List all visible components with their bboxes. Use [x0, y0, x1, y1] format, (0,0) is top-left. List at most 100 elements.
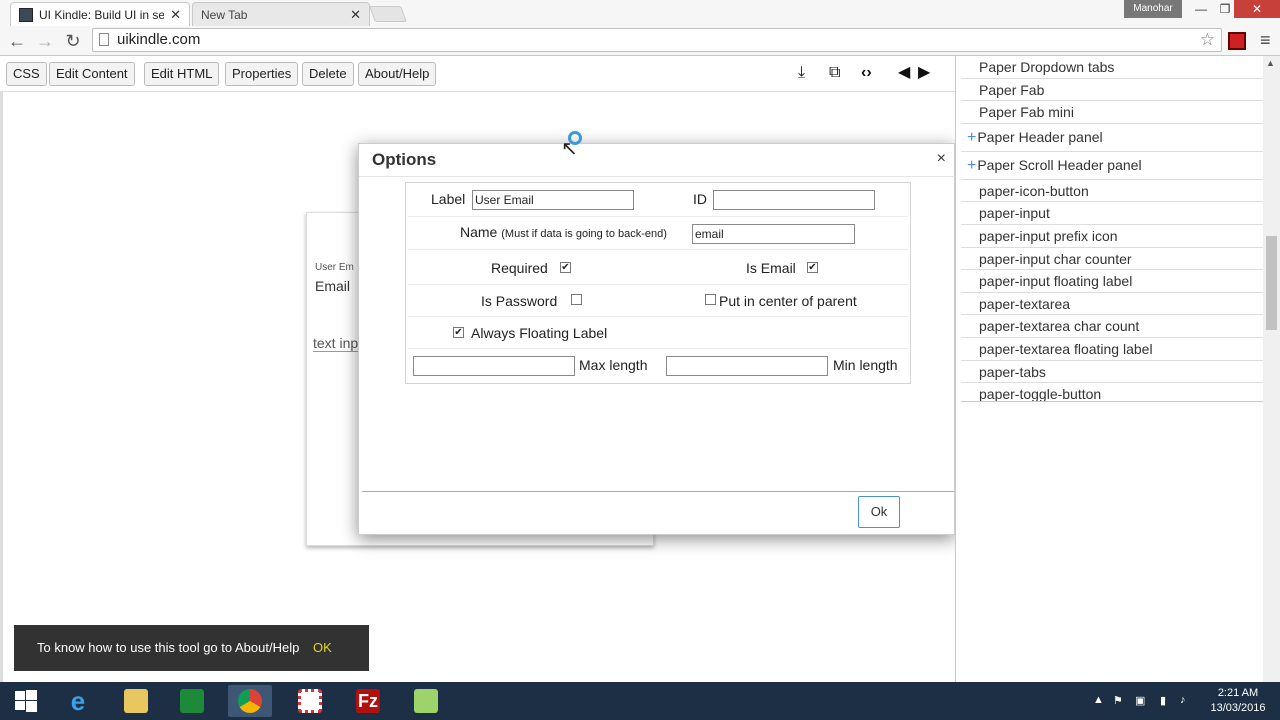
- properties-button[interactable]: Properties: [225, 62, 299, 86]
- list-item[interactable]: Paper Dropdown tabs: [961, 56, 1263, 79]
- is-email-label: Is Email: [746, 260, 796, 276]
- browser-tab-strip: UI Kindle: Build UI in secon ✕ New Tab ✕…: [0, 0, 1280, 26]
- tray-device-icon[interactable]: ▣: [1135, 694, 1145, 707]
- is-password-label: Is Password: [481, 293, 558, 309]
- list-item[interactable]: paper-tabs: [961, 361, 1263, 384]
- components-list: Paper Dropdown tabs Paper Fab Paper Fab …: [961, 56, 1263, 402]
- close-icon[interactable]: ×: [937, 150, 946, 168]
- card-email-text[interactable]: Email: [315, 278, 350, 294]
- divider: [362, 491, 954, 492]
- card-text-input[interactable]: text inp: [313, 335, 358, 352]
- browser-toolbar: ← → ↻ uikindle.com ☆: [0, 26, 1280, 56]
- tray-network-icon[interactable]: ▮: [1160, 694, 1166, 707]
- notepad-icon[interactable]: [404, 685, 448, 717]
- floating-label-checkbox[interactable]: ✔: [453, 327, 464, 338]
- download-icon[interactable]: ⤓: [798, 64, 805, 82]
- list-item-label: paper-toggle-button: [979, 386, 1102, 402]
- chrome-icon[interactable]: [228, 685, 272, 717]
- tab-title: New Tab: [201, 7, 248, 22]
- list-item[interactable]: paper-textarea char count: [961, 315, 1263, 338]
- bookmark-star-icon[interactable]: ☆: [1200, 29, 1215, 51]
- toast-message: To know how to use this tool go to About…: [37, 640, 300, 655]
- label-input[interactable]: [472, 190, 634, 210]
- arrow-right-icon[interactable]: ▶: [918, 64, 930, 82]
- list-item-label: Paper Scroll Header panel: [977, 156, 1142, 173]
- back-icon[interactable]: ←: [6, 30, 28, 52]
- divider: [408, 284, 908, 285]
- list-item[interactable]: paper-toggle-button: [961, 383, 1263, 402]
- id-input[interactable]: [713, 190, 875, 210]
- tab-close-icon[interactable]: ✕: [350, 5, 361, 25]
- list-item[interactable]: paper-input prefix icon: [961, 225, 1263, 248]
- reload-icon[interactable]: ↻: [62, 30, 84, 52]
- required-checkbox[interactable]: ✔: [560, 262, 571, 273]
- internet-explorer-icon[interactable]: e: [56, 685, 100, 717]
- list-item-label: paper-input floating label: [979, 273, 1133, 290]
- tray-volume-icon[interactable]: ♪: [1180, 694, 1186, 706]
- scrollbar-thumb[interactable]: [1266, 236, 1277, 330]
- arrow-left-icon[interactable]: ◀: [898, 64, 910, 82]
- tray-up-arrow-icon[interactable]: ▲: [1093, 694, 1104, 706]
- edit-content-button[interactable]: Edit Content: [49, 62, 135, 86]
- chrome-menu-icon[interactable]: ≡: [1260, 30, 1276, 50]
- list-item[interactable]: paper-input char counter: [961, 248, 1263, 271]
- name-input[interactable]: [692, 224, 855, 244]
- name-label-text: Name: [460, 224, 498, 240]
- is-email-checkbox[interactable]: ✔: [807, 262, 818, 273]
- center-parent-checkbox[interactable]: [705, 294, 716, 305]
- scrollbar[interactable]: [1263, 56, 1280, 682]
- start-icon[interactable]: [4, 685, 48, 717]
- apps-icon[interactable]: [288, 685, 332, 717]
- expand-plus-icon[interactable]: +: [967, 129, 976, 146]
- tab-uikindle[interactable]: UI Kindle: Build UI in secon ✕: [10, 2, 190, 26]
- new-tab-button[interactable]: [369, 6, 407, 22]
- list-item[interactable]: paper-input floating label: [961, 270, 1263, 293]
- tab-close-icon[interactable]: ✕: [170, 5, 181, 25]
- is-password-checkbox[interactable]: [571, 294, 582, 305]
- list-item[interactable]: +Paper Scroll Header panel: [961, 152, 1263, 180]
- file-explorer-icon[interactable]: [114, 685, 158, 717]
- about-help-button[interactable]: About/Help: [358, 62, 437, 86]
- taskbar-clock[interactable]: 2:21 AM 13/03/2016: [1206, 686, 1270, 716]
- name-field-label: Name (Must if data is going to back-end): [460, 224, 667, 240]
- forward-icon[interactable]: →: [34, 30, 56, 52]
- list-item-label: paper-icon-button: [979, 182, 1089, 199]
- list-item[interactable]: paper-textarea: [961, 293, 1263, 316]
- list-item[interactable]: paper-icon-button: [961, 180, 1263, 203]
- window-close-icon[interactable]: ✕: [1234, 0, 1280, 18]
- tray-flag-icon[interactable]: ⚑: [1113, 694, 1123, 707]
- store-icon[interactable]: [170, 685, 214, 717]
- profile-button[interactable]: Manohar: [1124, 0, 1182, 18]
- list-item[interactable]: paper-input: [961, 202, 1263, 225]
- filezilla-icon[interactable]: Fz: [346, 685, 390, 717]
- list-item[interactable]: +Paper Header panel: [961, 124, 1263, 152]
- edit-html-button[interactable]: Edit HTML: [144, 62, 220, 86]
- options-table: Label ID Name (Must if data is going to …: [405, 182, 911, 384]
- scroll-up-arrow-icon[interactable]: ▲: [1266, 58, 1275, 68]
- delete-button[interactable]: Delete: [302, 62, 354, 86]
- components-panel: Paper Dropdown tabs Paper Fab Paper Fab …: [955, 56, 1263, 682]
- mouse-cursor-icon: ↖: [561, 138, 578, 160]
- min-length-input[interactable]: [666, 356, 828, 376]
- divider: [359, 176, 956, 177]
- address-bar[interactable]: uikindle.com ☆: [92, 28, 1222, 52]
- open-external-icon[interactable]: ⧉: [829, 64, 840, 82]
- ok-button[interactable]: Ok: [858, 496, 900, 528]
- list-item-label: Paper Dropdown tabs: [979, 59, 1115, 75]
- list-item[interactable]: Paper Fab mini: [961, 101, 1263, 124]
- center-parent-label: Put in center of parent: [719, 293, 857, 309]
- list-item[interactable]: paper-textarea floating label: [961, 338, 1263, 361]
- list-item[interactable]: Paper Fab: [961, 79, 1263, 102]
- app-toolbar: CSS Edit Content Edit HTML Properties De…: [0, 56, 955, 92]
- expand-plus-icon[interactable]: +: [967, 157, 976, 174]
- css-button[interactable]: CSS: [6, 62, 47, 86]
- id-field-label: ID: [693, 191, 707, 207]
- extension-icon[interactable]: [1228, 32, 1246, 50]
- divider: [408, 249, 908, 250]
- code-icon[interactable]: ‹›: [861, 64, 872, 82]
- max-length-input[interactable]: [413, 356, 575, 376]
- list-item-label: Paper Fab mini: [979, 104, 1074, 121]
- floating-label-text: Always Floating Label: [471, 325, 608, 341]
- toast-ok-button[interactable]: OK: [313, 640, 332, 655]
- tab-new-tab[interactable]: New Tab ✕: [192, 2, 370, 26]
